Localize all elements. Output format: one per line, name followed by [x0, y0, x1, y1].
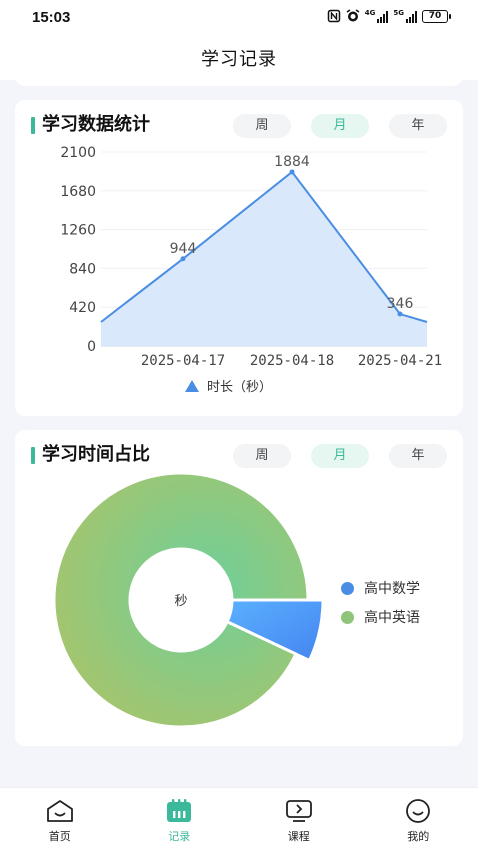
course-icon: [285, 800, 312, 822]
battery-level: 70: [428, 11, 442, 21]
nav-label-record: 记录: [168, 830, 191, 843]
battery-icon: 70: [422, 9, 451, 23]
data-point: [289, 169, 295, 175]
line-chart: 0 420 840 1260 1680 2100 944 1884 346 2025-04-17 2…: [60, 145, 442, 369]
bottom-nav: 首页 记录 课程 我的: [0, 787, 478, 850]
legend-label-english: 高中英语: [364, 610, 420, 626]
nfc-icon: [327, 9, 340, 23]
home-icon: [46, 800, 73, 822]
y-tick-label: 2100: [60, 145, 96, 161]
data-label: 1884: [274, 154, 310, 170]
nav-label-home: 首页: [48, 830, 71, 843]
status-bar: 15:03 4G 5G 70: [0, 0, 478, 36]
y-tick-label: 840: [69, 261, 96, 277]
previous-card-edge: [15, 76, 463, 86]
legend-dot-english: [341, 610, 354, 624]
nav-label-course: 课程: [287, 830, 310, 843]
data-label: 346: [387, 296, 414, 312]
nav-item-home[interactable]: 首页: [20, 788, 100, 850]
legend-dot-math: [341, 581, 354, 595]
legend-item-english[interactable]: 高中英语: [341, 607, 420, 627]
legend-item-math[interactable]: 高中数学: [341, 578, 420, 598]
profile-icon: [406, 799, 431, 823]
series-area: [101, 171, 427, 346]
nav-item-record[interactable]: 记录: [139, 788, 219, 850]
legend-label-duration: 时长（秒）: [207, 380, 273, 395]
nav-item-course[interactable]: 课程: [259, 788, 339, 850]
x-tick-label: 2025-04-18: [250, 353, 334, 369]
y-tick-label: 0: [87, 339, 96, 355]
donut-center-label: 秒: [174, 594, 187, 609]
status-time: 15:03: [32, 9, 71, 26]
signal-5g-icon: 5G: [393, 8, 417, 23]
study-time-share-card: 学习时间占比 周 月 年 秒 高中数学 高中英语: [15, 430, 463, 746]
y-tick-label: 1680: [60, 184, 96, 200]
line-chart-legend[interactable]: 时长（秒）: [185, 376, 272, 395]
donut-legend: 高中数学 高中英语: [341, 578, 420, 636]
data-label: 944: [170, 241, 197, 257]
y-tick-label: 1260: [60, 223, 96, 239]
triangle-icon: [185, 379, 199, 392]
data-point: [180, 256, 186, 262]
calendar-icon: [167, 799, 192, 822]
nav-label-profile: 我的: [407, 830, 430, 843]
nav-item-profile[interactable]: 我的: [378, 788, 458, 850]
x-tick-label: 2025-04-17: [141, 353, 225, 369]
y-tick-label: 420: [69, 300, 96, 316]
signal-4g-icon: 4G: [364, 8, 389, 23]
x-tick-label: 2025-04-21: [358, 353, 442, 369]
data-point: [397, 311, 403, 317]
alarm-icon: [346, 9, 360, 22]
status-icons: 4G 5G 70: [327, 8, 451, 23]
legend-label-math: 高中数学: [364, 581, 420, 597]
signal-4g-label: 4G: [364, 8, 376, 17]
study-stats-card: 学习数据统计 周 月 年 0 420 840 1260 1680 2100 944 1884 3…: [15, 100, 463, 416]
page-header: 学习记录: [0, 36, 478, 80]
page-title: 学习记录: [201, 49, 277, 70]
signal-5g-label: 5G: [393, 8, 404, 17]
